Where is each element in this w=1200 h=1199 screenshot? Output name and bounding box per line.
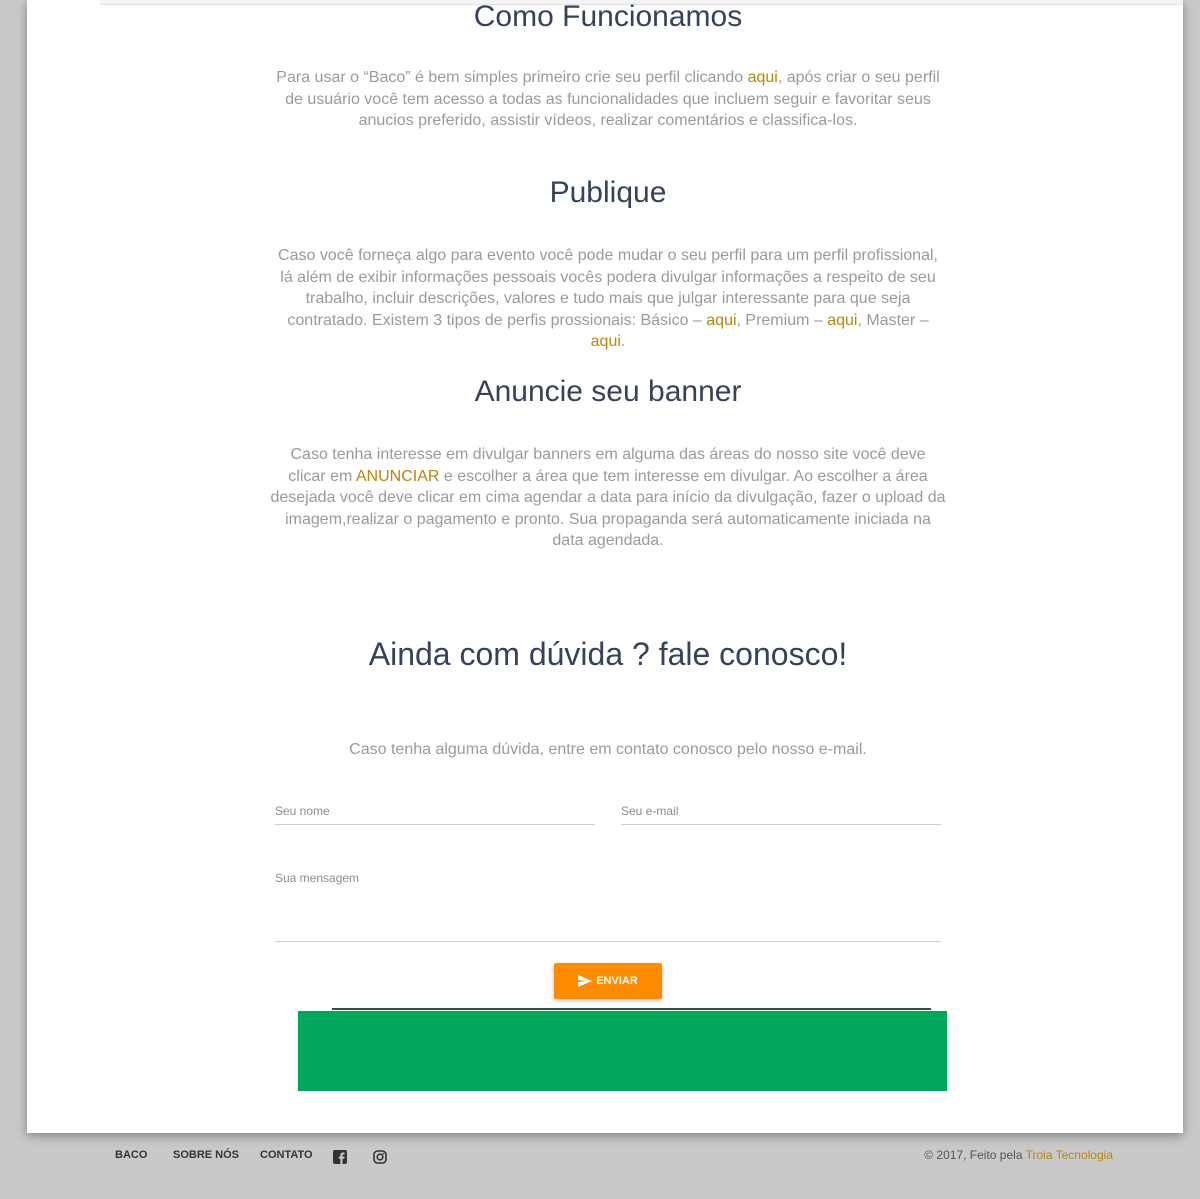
premium-plan-link[interactable]: aqui [827, 312, 857, 329]
name-field [275, 802, 595, 825]
anunciar-link[interactable]: ANUNCIAR [356, 468, 440, 485]
instagram-icon[interactable] [373, 1150, 387, 1169]
section-text-como-funcionamos: Para usar o “Baco” é bem simples primeir… [270, 67, 946, 132]
message-field [275, 871, 941, 942]
copyright-prefix: © 2017, Feito pela [924, 1148, 1026, 1162]
send-button[interactable]: ENVIAR [554, 963, 662, 999]
send-button-label: ENVIAR [596, 975, 638, 987]
contact-subtitle: Caso tenha alguma dúvida, entre em conta… [349, 741, 867, 758]
message-input[interactable] [275, 871, 941, 913]
name-input[interactable] [275, 804, 595, 818]
section-title-como-funcionamos: Como Funcionamos [473, 0, 743, 33]
contact-title: Ainda com dúvida ? fale conosco! [368, 636, 848, 672]
footer-link-contato[interactable]: CONTATO [260, 1149, 313, 1161]
copyright-text: © 2017, Feito pela Troia Tecnologia [924, 1148, 1113, 1162]
banner-top-edge [332, 1008, 931, 1010]
troia-tecnologia-link[interactable]: Troia Tecnologia [1026, 1148, 1113, 1162]
email-input[interactable] [621, 804, 941, 818]
text-fragment: . [620, 333, 626, 350]
section-title-publique: Publique [549, 176, 667, 209]
section-text-anuncie: Caso tenha interesse em divulgar banners… [270, 444, 946, 552]
footer-link-sobre-nos[interactable]: SOBRE NÓS [173, 1149, 239, 1161]
facebook-icon[interactable] [333, 1150, 347, 1169]
send-icon [578, 975, 593, 987]
text-fragment: Para usar o “Baco” é bem simples primeir… [276, 69, 748, 86]
ad-banner[interactable] [298, 1011, 947, 1091]
section-text-publique: Caso você forneça algo para evento você … [270, 245, 946, 353]
master-plan-link[interactable]: aqui [591, 333, 621, 350]
basic-plan-link[interactable]: aqui [706, 312, 736, 329]
footer-link-baco[interactable]: BACO [115, 1149, 147, 1161]
profile-link[interactable]: aqui [748, 69, 778, 86]
text-fragment: , Premium – [736, 311, 828, 329]
email-field [621, 802, 941, 825]
text-fragment: , Master – [857, 311, 929, 329]
section-title-anuncie: Anuncie seu banner [474, 375, 742, 408]
